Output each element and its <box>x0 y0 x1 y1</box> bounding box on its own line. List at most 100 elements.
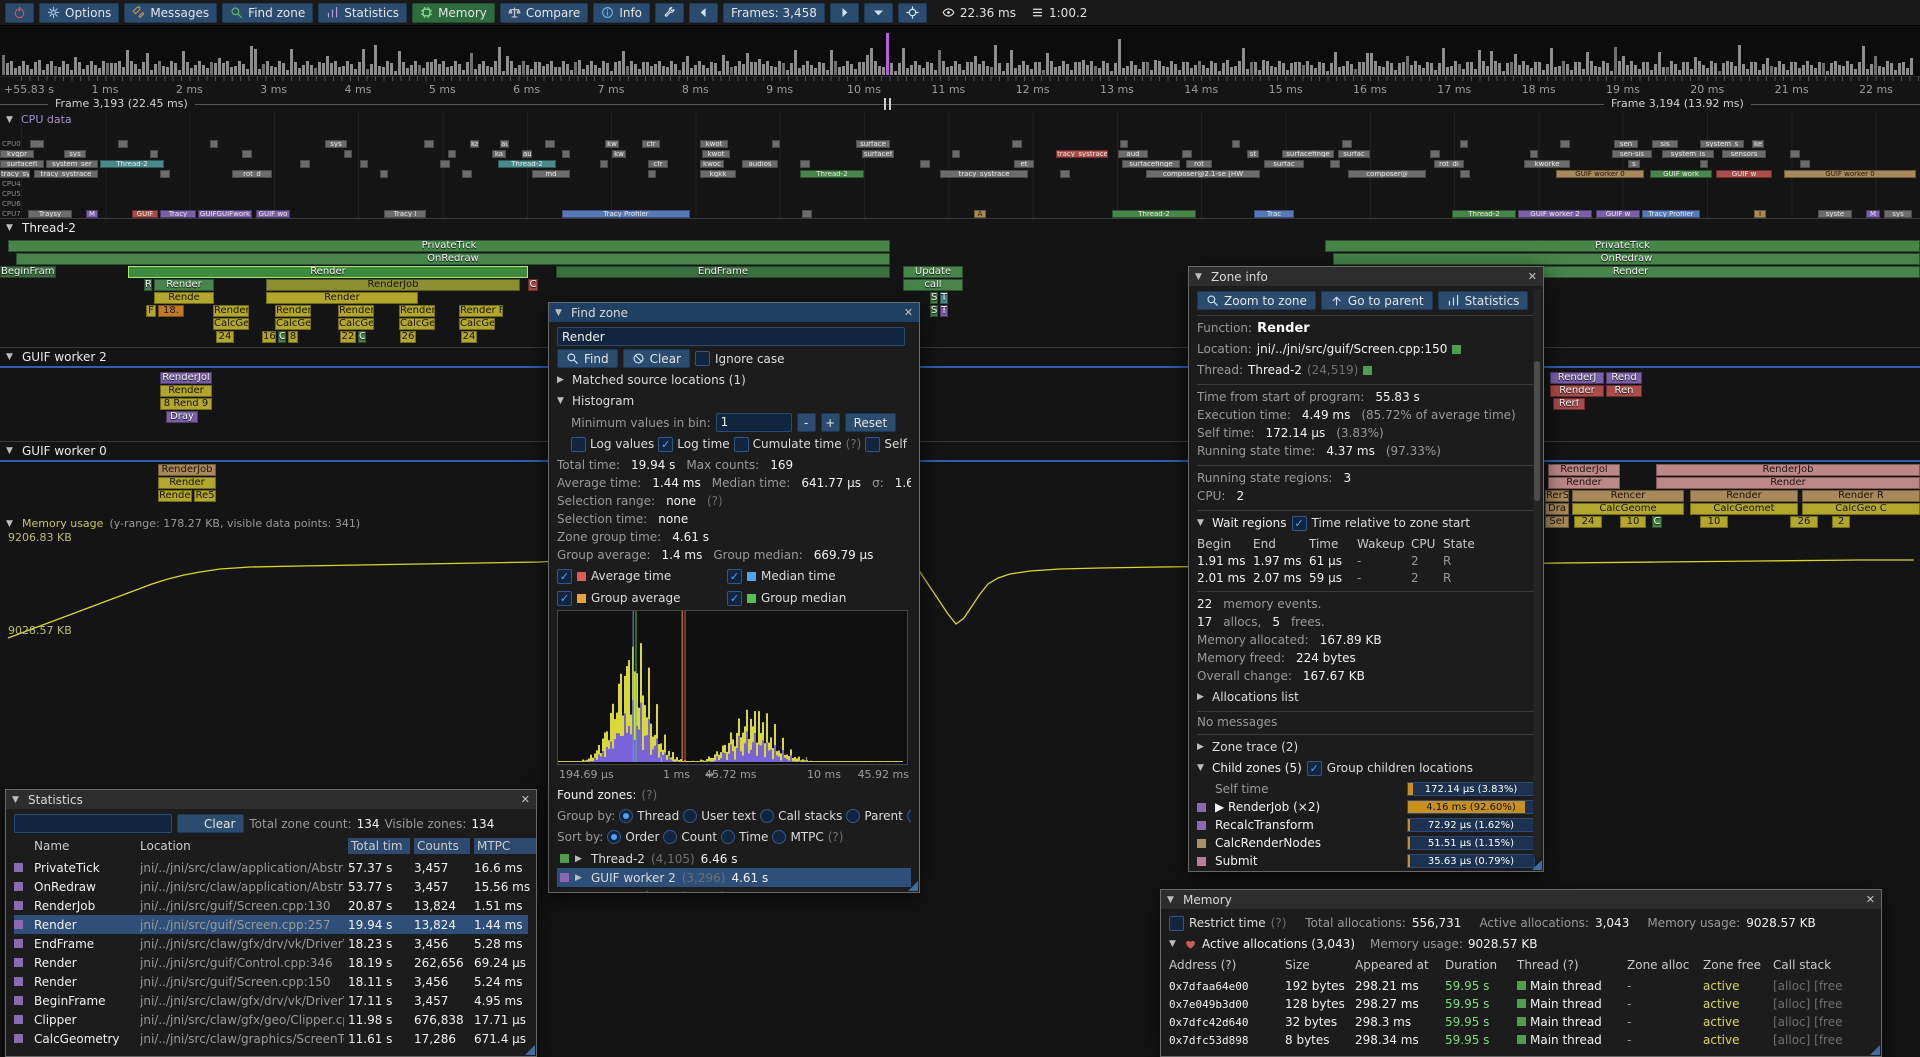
child-zone-row-self-time[interactable]: Self time172.14 μs (3.83%) <box>1197 780 1535 798</box>
frame-bar[interactable] <box>690 68 693 75</box>
frame-bar[interactable] <box>1574 62 1577 75</box>
frame-bar[interactable] <box>1142 62 1145 75</box>
frame-bar[interactable] <box>1790 62 1793 75</box>
frame-bar[interactable] <box>610 71 613 75</box>
frame-bar[interactable] <box>450 66 453 75</box>
frame-bar[interactable] <box>930 63 933 75</box>
column-header-address[interactable]: Address (?) <box>1169 958 1279 972</box>
frame-bar[interactable] <box>838 67 841 75</box>
statistics-row-clipper[interactable]: Clipperjni/../jni/src/claw/gfx/geo/Clipp… <box>14 1010 528 1029</box>
frame-bar[interactable] <box>1078 62 1081 75</box>
frame-bar[interactable] <box>1206 68 1209 75</box>
timeline-zone-render[interactable]: Render <box>1656 477 1920 489</box>
frame-bar[interactable] <box>1774 67 1777 75</box>
frame-bar[interactable] <box>1846 61 1849 75</box>
frame-bar[interactable] <box>1074 62 1077 75</box>
frame-bar[interactable] <box>1598 67 1601 75</box>
frame-bar[interactable] <box>722 55 725 75</box>
timeline-zone-privatetick[interactable]: PrivateTick <box>8 240 890 252</box>
frame-bar[interactable] <box>218 58 221 75</box>
frame-bar[interactable] <box>910 65 913 75</box>
frame-bar[interactable] <box>462 70 465 75</box>
frame-bar[interactable] <box>1582 69 1585 75</box>
frame-bar[interactable] <box>974 56 977 75</box>
frame-bar[interactable] <box>966 62 969 75</box>
frame-bar[interactable] <box>1806 61 1809 75</box>
frame-bar[interactable] <box>1322 63 1325 75</box>
cpu-segment[interactable] <box>440 160 450 168</box>
cpu-segment[interactable]: aud <box>1118 150 1148 158</box>
frame-bar[interactable] <box>562 61 565 75</box>
cpu-segment[interactable]: kw <box>612 150 626 158</box>
frame-bar[interactable] <box>1314 68 1317 75</box>
cpu-segment[interactable]: Thread-2 <box>1112 210 1196 218</box>
frame-bar[interactable] <box>1026 65 1029 75</box>
sort-by-radio-order[interactable] <box>607 830 621 844</box>
timeline-zone-privatetick[interactable]: PrivateTick <box>1325 240 1920 252</box>
frame-bar[interactable] <box>1046 53 1049 75</box>
frame-bar[interactable] <box>274 67 277 75</box>
frame-bar[interactable] <box>902 48 905 75</box>
frame-bar[interactable] <box>262 64 265 75</box>
frame-timeline-strip[interactable] <box>0 27 1920 77</box>
frame-bar[interactable] <box>654 64 657 75</box>
frame-bar[interactable] <box>1238 61 1241 75</box>
cpu-segment[interactable] <box>1530 150 1538 158</box>
statistics-title-bar[interactable]: ▼ Statistics ✕ <box>6 790 536 809</box>
frame-bar[interactable] <box>70 70 73 75</box>
frame-bar[interactable] <box>578 60 581 75</box>
cpu-segment[interactable] <box>380 170 388 178</box>
frame-bar[interactable] <box>198 61 201 75</box>
frame-bar[interactable] <box>1762 64 1765 75</box>
frame-bar[interactable] <box>458 64 461 75</box>
frame-bar[interactable] <box>1058 66 1061 75</box>
cpu-segment[interactable]: I <box>1754 210 1766 218</box>
frame-bar[interactable] <box>1522 61 1525 75</box>
frame-bar[interactable] <box>1002 71 1005 75</box>
frame-bar[interactable] <box>1102 61 1105 75</box>
frame-bar[interactable] <box>1458 64 1461 75</box>
frame-bar[interactable] <box>550 61 553 75</box>
frame-bar[interactable] <box>1150 70 1153 75</box>
frame-bar[interactable] <box>706 68 709 75</box>
frame-bar[interactable] <box>834 61 837 75</box>
statistics-row-onredraw[interactable]: OnRedrawjni/../jni/src/claw/application/… <box>14 877 528 896</box>
zone-info-title-bar[interactable]: ▼ Zone info ✕ <box>1189 267 1543 286</box>
frame-bar[interactable] <box>1882 67 1885 75</box>
cpu-segment[interactable] <box>1430 150 1440 158</box>
frame-bar[interactable] <box>814 68 817 75</box>
frame-bar[interactable] <box>1858 62 1861 75</box>
cpu-segment[interactable]: au <box>522 150 532 158</box>
frame-bar[interactable] <box>1054 67 1057 75</box>
frame-bar[interactable] <box>1870 64 1873 75</box>
frame-bar[interactable] <box>74 57 77 75</box>
frame-bar[interactable] <box>102 61 105 75</box>
frame-bar[interactable] <box>286 70 289 75</box>
frame-bar[interactable] <box>98 68 101 75</box>
frame-bar[interactable] <box>122 67 125 75</box>
group-by-radio-thread[interactable] <box>619 809 633 823</box>
column-header-size[interactable]: Size <box>1285 958 1349 972</box>
frame-bar[interactable] <box>730 67 733 75</box>
timeline-zone-update[interactable]: Update <box>903 266 963 278</box>
cpu-segment[interactable]: Tracy I <box>384 210 426 218</box>
cpu-segment[interactable]: GUIF worker 0 <box>1556 170 1644 178</box>
frame-bar[interactable] <box>182 51 185 75</box>
frame-bar[interactable] <box>1186 62 1189 75</box>
frame-bar[interactable] <box>882 67 885 75</box>
frame-bar[interactable] <box>1662 67 1665 75</box>
frame-bar[interactable] <box>1218 71 1221 75</box>
frame-bar[interactable] <box>866 55 869 75</box>
cpu-segment[interactable]: surfacefinge <box>1122 160 1180 168</box>
cpu-data-header[interactable]: ▼ CPU data <box>6 113 72 126</box>
frame-bar[interactable] <box>1766 58 1769 75</box>
cpu-segment[interactable] <box>210 140 218 148</box>
frame-bar[interactable] <box>1714 63 1717 75</box>
frame-bar[interactable] <box>1318 62 1321 75</box>
toolbar-prev-frame-button[interactable] <box>689 3 718 23</box>
frame-bar[interactable] <box>714 63 717 75</box>
frame-bar[interactable] <box>1154 60 1157 75</box>
frame-bar[interactable] <box>566 64 569 75</box>
column-header-name[interactable]: Name <box>34 839 136 853</box>
frame-bar[interactable] <box>914 61 917 75</box>
